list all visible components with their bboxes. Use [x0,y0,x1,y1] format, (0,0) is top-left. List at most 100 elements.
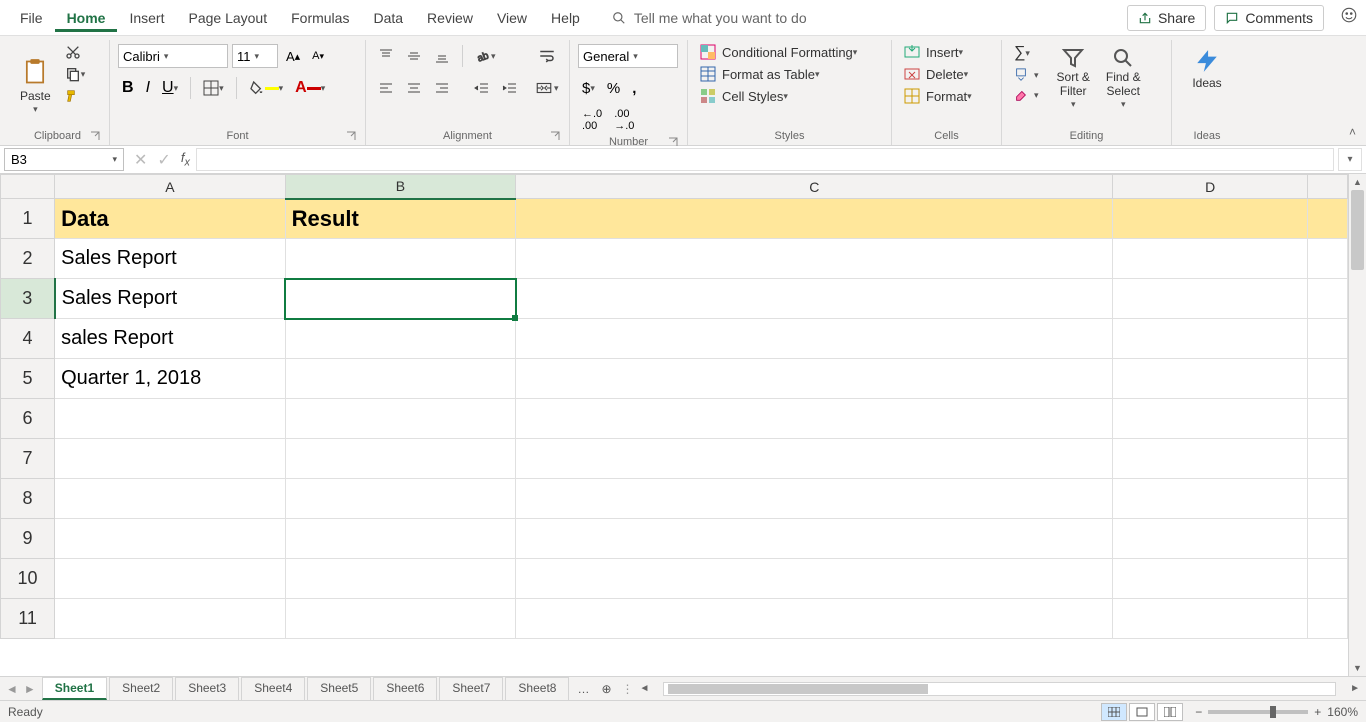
cell-A1[interactable]: Data [55,199,286,239]
formula-input[interactable] [196,148,1334,171]
cell-extra-5[interactable] [1307,359,1347,399]
cell-C1[interactable] [516,199,1113,239]
cell-A10[interactable] [55,559,286,599]
menu-home[interactable]: Home [55,4,118,32]
cell-D10[interactable] [1113,559,1307,599]
clear-button[interactable]: ▾ [1010,86,1043,104]
row-header-6[interactable]: 6 [1,399,55,439]
zoom-slider[interactable] [1208,710,1308,714]
cell-C11[interactable] [516,599,1113,639]
cell-B9[interactable] [285,519,516,559]
find-select-button[interactable]: Find & Select▾ [1100,42,1147,114]
row-header-3[interactable]: 3 [1,279,55,319]
cell-C7[interactable] [516,439,1113,479]
cell-D1[interactable] [1113,199,1307,239]
align-top-button[interactable] [374,46,398,66]
sheet-tab-sheet2[interactable]: Sheet2 [109,677,173,700]
underline-button[interactable]: U▾ [158,77,182,99]
share-button[interactable]: Share [1127,5,1206,31]
add-sheet-button[interactable]: ⊕ [595,682,617,696]
row-header-8[interactable]: 8 [1,479,55,519]
select-all-corner[interactable] [1,175,55,199]
cell-C9[interactable] [516,519,1113,559]
menu-review[interactable]: Review [415,4,485,32]
cell-A4[interactable]: sales Report [55,319,286,359]
menu-page-layout[interactable]: Page Layout [176,4,279,32]
cell-B1[interactable]: Result [285,199,516,239]
hscroll-right-icon[interactable]: ► [1344,683,1366,694]
row-header-10[interactable]: 10 [1,559,55,599]
font-name-combo[interactable]: Calibri▾ [118,44,228,68]
sheet-tab-sheet5[interactable]: Sheet5 [307,677,371,700]
cell-extra-9[interactable] [1307,519,1347,559]
format-as-table-button[interactable]: Format as Table ▾ [696,64,883,84]
fill-button[interactable]: ▾ [1010,66,1043,84]
row-header-11[interactable]: 11 [1,599,55,639]
font-size-combo[interactable]: 11▾ [232,44,278,68]
cell-D2[interactable] [1113,239,1307,279]
comma-format-button[interactable]: , [628,78,640,99]
align-bottom-button[interactable] [430,46,454,66]
conditional-formatting-button[interactable]: Conditional Formatting ▾ [696,42,883,62]
cell-D9[interactable] [1113,519,1307,559]
normal-view-button[interactable] [1101,703,1127,721]
orientation-button[interactable]: ab▾ [471,46,500,66]
sheet-tab-sheet1[interactable]: Sheet1 [42,677,107,700]
sheet-tab-sheet7[interactable]: Sheet7 [439,677,503,700]
bold-button[interactable]: B [118,77,138,99]
cell-B4[interactable] [285,319,516,359]
menu-view[interactable]: View [485,4,539,32]
format-cells-button[interactable]: Format ▾ [900,86,993,106]
spreadsheet-grid[interactable]: ABCD1DataResult2Sales Report3Sales Repor… [0,174,1348,639]
more-sheets-icon[interactable]: … [571,682,595,696]
cell-extra-3[interactable] [1307,279,1347,319]
paste-button[interactable]: Paste ▾ [14,42,57,128]
scroll-down-icon[interactable]: ▼ [1349,660,1366,676]
menu-formulas[interactable]: Formulas [279,4,361,32]
cell-styles-button[interactable]: Cell Styles ▾ [696,86,883,106]
cell-A7[interactable] [55,439,286,479]
row-header-7[interactable]: 7 [1,439,55,479]
cell-D11[interactable] [1113,599,1307,639]
cell-B7[interactable] [285,439,516,479]
cell-B5[interactable] [285,359,516,399]
decrease-font-button[interactable]: A▾ [308,48,328,64]
tell-me-search[interactable]: Tell me what you want to do [612,10,807,26]
cell-A8[interactable] [55,479,286,519]
increase-font-button[interactable]: A▴ [282,47,304,66]
autosum-button[interactable]: ∑▾ [1010,42,1043,64]
sheet-tab-sheet4[interactable]: Sheet4 [241,677,305,700]
row-header-9[interactable]: 9 [1,519,55,559]
copy-button[interactable]: ▾ [61,64,90,84]
cell-D3[interactable] [1113,279,1307,319]
accounting-format-button[interactable]: $▾ [578,78,599,99]
italic-button[interactable]: I [142,77,154,99]
align-right-button[interactable] [430,78,454,98]
zoom-level[interactable]: 160% [1327,705,1358,719]
row-header-2[interactable]: 2 [1,239,55,279]
increase-indent-button[interactable] [498,78,522,98]
sheet-tab-sheet3[interactable]: Sheet3 [175,677,239,700]
cell-extra-10[interactable] [1307,559,1347,599]
wrap-text-button[interactable] [533,45,561,67]
dialog-launcher-icon[interactable] [667,136,679,148]
fx-icon[interactable]: fx [181,150,190,169]
column-header-D[interactable]: D [1113,175,1307,199]
cell-C10[interactable] [516,559,1113,599]
cell-extra-11[interactable] [1307,599,1347,639]
sort-filter-button[interactable]: Sort & Filter▾ [1051,42,1096,114]
cell-A11[interactable] [55,599,286,639]
collapse-ribbon-icon[interactable]: ˄ [1349,125,1356,139]
format-painter-button[interactable] [61,86,90,106]
enter-formula-icon[interactable]: ✓ [157,150,170,170]
column-header-A[interactable]: A [55,175,286,199]
horizontal-scrollbar[interactable] [663,682,1336,696]
decrease-decimal-button[interactable]: .00→.0 [610,106,638,134]
tab-nav-prev-icon[interactable]: ◄ [6,682,18,696]
dialog-launcher-icon[interactable] [549,130,561,142]
cell-A3[interactable]: Sales Report [55,279,286,319]
hscroll-left-icon[interactable]: ◄ [634,683,656,694]
cell-C8[interactable] [516,479,1113,519]
cell-C6[interactable] [516,399,1113,439]
cell-C3[interactable] [516,279,1113,319]
